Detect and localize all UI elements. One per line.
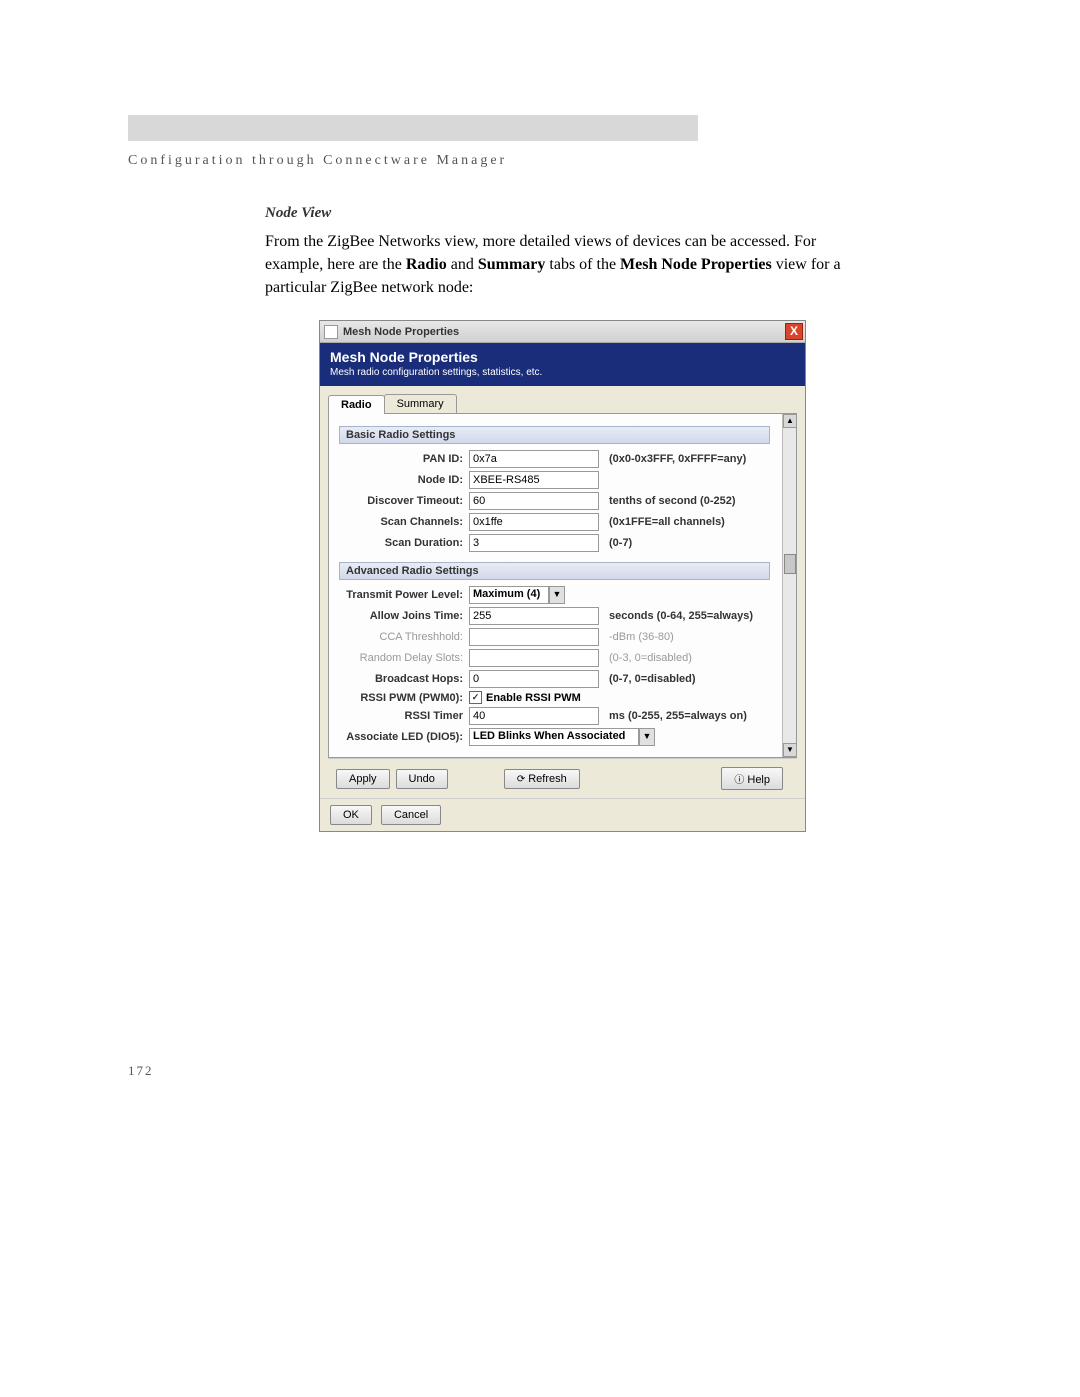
- apply-button[interactable]: Apply: [336, 769, 390, 789]
- label-broadcast-hops: Broadcast Hops:: [339, 673, 469, 685]
- select-assoc-led-value: LED Blinks When Associated: [469, 728, 639, 746]
- hint-cca: -dBm (36-80): [609, 631, 674, 643]
- hint-scan-duration: (0-7): [609, 537, 632, 549]
- label-rssi-timer: RSSI Timer: [339, 710, 469, 722]
- label-cca: CCA Threshhold:: [339, 631, 469, 643]
- body-text-3: tabs of the: [545, 256, 620, 273]
- row-rssi-pwm: RSSI PWM (PWM0): ✓ Enable RSSI PWM: [339, 691, 770, 704]
- label-discover-timeout: Discover Timeout:: [339, 495, 469, 507]
- hint-broadcast-hops: (0-7, 0=disabled): [609, 673, 696, 685]
- input-rssi-timer[interactable]: [469, 707, 599, 725]
- help-icon: ⓘ: [734, 775, 744, 786]
- undo-button[interactable]: Undo: [396, 769, 448, 789]
- window-icon: [324, 325, 338, 339]
- body-paragraph: From the ZigBee Networks view, more deta…: [265, 230, 845, 300]
- title-bar[interactable]: Mesh Node Properties X: [320, 321, 805, 343]
- body-bold-3: Mesh Node Properties: [620, 256, 772, 273]
- body-bold-1: Radio: [406, 256, 447, 273]
- tab-summary[interactable]: Summary: [384, 394, 457, 413]
- help-button[interactable]: ⓘHelp: [721, 767, 783, 790]
- scroll-thumb[interactable]: [784, 554, 796, 574]
- label-scan-duration: Scan Duration:: [339, 537, 469, 549]
- label-tx-power: Transmit Power Level:: [339, 589, 469, 601]
- select-tx-power-value: Maximum (4): [469, 586, 549, 604]
- body-text-2: and: [447, 256, 478, 273]
- ok-button[interactable]: OK: [330, 805, 372, 825]
- refresh-label: Refresh: [528, 773, 567, 785]
- section-title: Node View: [265, 205, 845, 222]
- scroll-down-icon[interactable]: ▼: [783, 743, 797, 757]
- checkbox-rssi-pwm-label: Enable RSSI PWM: [486, 692, 581, 704]
- action-button-bar: Apply Undo ⟳Refresh ⓘHelp: [328, 758, 797, 798]
- tab-panel-radio: ▲ ▼ Basic Radio Settings PAN ID: (0x0-0x…: [328, 414, 797, 758]
- row-allow-joins: Allow Joins Time: seconds (0-64, 255=alw…: [339, 607, 770, 625]
- dropdown-icon[interactable]: ▼: [549, 586, 565, 604]
- dialog-header-subtitle: Mesh radio configuration settings, stati…: [330, 367, 795, 378]
- window-title: Mesh Node Properties: [343, 326, 459, 338]
- row-assoc-led: Associate LED (DIO5): LED Blinks When As…: [339, 728, 770, 746]
- dialog-header-title: Mesh Node Properties: [330, 349, 795, 365]
- label-allow-joins: Allow Joins Time:: [339, 610, 469, 622]
- row-tx-power: Transmit Power Level: Maximum (4) ▼: [339, 586, 770, 604]
- mesh-node-dialog: Mesh Node Properties X Mesh Node Propert…: [319, 320, 806, 832]
- label-pan-id: PAN ID:: [339, 453, 469, 465]
- page-number: 172: [128, 1063, 154, 1079]
- label-scan-channels: Scan Channels:: [339, 516, 469, 528]
- dropdown-icon[interactable]: ▼: [639, 728, 655, 746]
- hint-random-delay: (0-3, 0=disabled): [609, 652, 692, 664]
- label-rssi-pwm: RSSI PWM (PWM0):: [339, 692, 469, 704]
- row-broadcast-hops: Broadcast Hops: (0-7, 0=disabled): [339, 670, 770, 688]
- tab-area: Radio Summary ▲ ▼ Basic Radio Settings P…: [320, 386, 805, 798]
- page-header: Configuration through Connectware Manage…: [128, 153, 507, 169]
- input-cca[interactable]: [469, 628, 599, 646]
- hint-scan-channels: (0x1FFE=all channels): [609, 516, 725, 528]
- row-scan-channels: Scan Channels: (0x1FFE=all channels): [339, 513, 770, 531]
- input-random-delay[interactable]: [469, 649, 599, 667]
- tab-row: Radio Summary: [328, 394, 797, 414]
- close-button[interactable]: X: [785, 323, 803, 340]
- row-rssi-timer: RSSI Timer ms (0-255, 255=always on): [339, 707, 770, 725]
- row-pan-id: PAN ID: (0x0-0x3FFF, 0xFFFF=any): [339, 450, 770, 468]
- body-bold-2: Summary: [478, 256, 546, 273]
- input-scan-duration[interactable]: [469, 534, 599, 552]
- hint-rssi-timer: ms (0-255, 255=always on): [609, 710, 747, 722]
- help-label: Help: [747, 774, 770, 786]
- row-scan-duration: Scan Duration: (0-7): [339, 534, 770, 552]
- refresh-button[interactable]: ⟳Refresh: [504, 769, 580, 789]
- input-scan-channels[interactable]: [469, 513, 599, 531]
- refresh-icon: ⟳: [517, 774, 525, 785]
- input-pan-id[interactable]: [469, 450, 599, 468]
- select-tx-power[interactable]: Maximum (4) ▼: [469, 586, 565, 604]
- row-random-delay: Random Delay Slots: (0-3, 0=disabled): [339, 649, 770, 667]
- input-node-id[interactable]: [469, 471, 599, 489]
- input-allow-joins[interactable]: [469, 607, 599, 625]
- content-area: Node View From the ZigBee Networks view,…: [265, 205, 845, 300]
- hint-discover-timeout: tenths of second (0-252): [609, 495, 736, 507]
- row-cca: CCA Threshhold: -dBm (36-80): [339, 628, 770, 646]
- dialog-header: Mesh Node Properties Mesh radio configur…: [320, 343, 805, 386]
- label-assoc-led: Associate LED (DIO5):: [339, 731, 469, 743]
- hint-pan-id: (0x0-0x3FFF, 0xFFFF=any): [609, 453, 746, 465]
- tab-radio[interactable]: Radio: [328, 395, 385, 414]
- select-assoc-led[interactable]: LED Blinks When Associated ▼: [469, 728, 655, 746]
- label-random-delay: Random Delay Slots:: [339, 652, 469, 664]
- top-color-bar: [128, 115, 698, 141]
- basic-settings-header: Basic Radio Settings: [339, 426, 770, 444]
- advanced-settings-header: Advanced Radio Settings: [339, 562, 770, 580]
- bottom-button-bar: OK Cancel: [320, 798, 805, 831]
- row-discover-timeout: Discover Timeout: tenths of second (0-25…: [339, 492, 770, 510]
- row-node-id: Node ID:: [339, 471, 770, 489]
- scroll-up-icon[interactable]: ▲: [783, 414, 797, 428]
- scrollbar[interactable]: ▲ ▼: [782, 414, 796, 757]
- checkbox-rssi-pwm[interactable]: ✓: [469, 691, 482, 704]
- cancel-button[interactable]: Cancel: [381, 805, 441, 825]
- hint-allow-joins: seconds (0-64, 255=always): [609, 610, 753, 622]
- label-node-id: Node ID:: [339, 474, 469, 486]
- input-broadcast-hops[interactable]: [469, 670, 599, 688]
- input-discover-timeout[interactable]: [469, 492, 599, 510]
